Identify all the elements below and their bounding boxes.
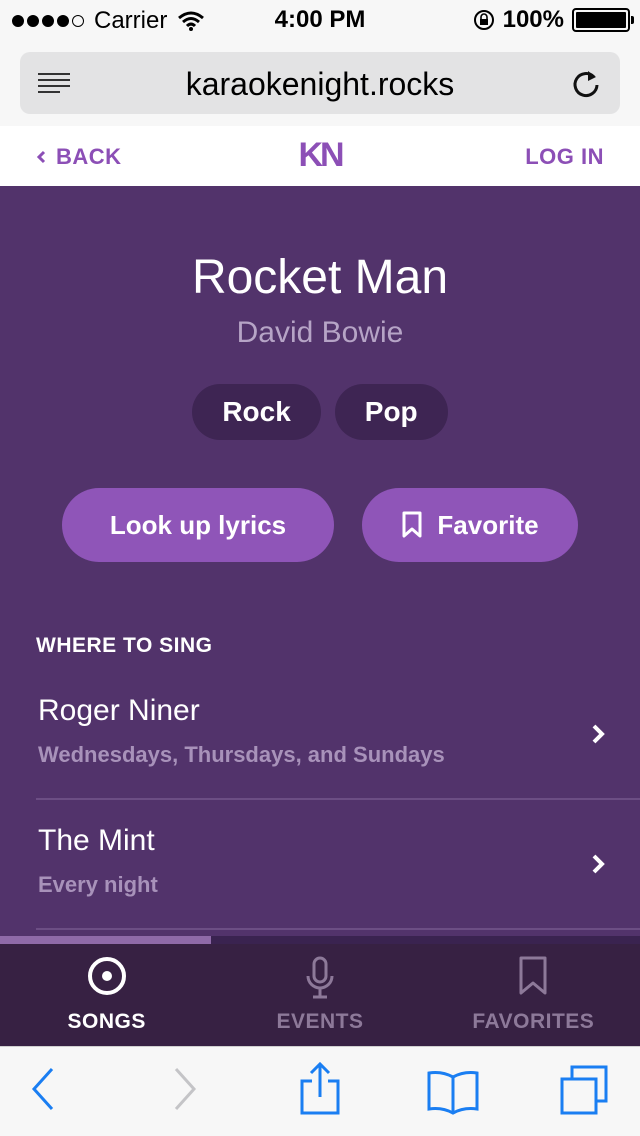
venue-schedule: Wednesdays, Thursdays, and Sundays — [38, 742, 445, 767]
battery-icon — [572, 8, 634, 32]
scroll-progress-fill — [0, 936, 212, 944]
venue-schedule: Every night — [38, 872, 158, 897]
site-header: BACK KN LOG IN — [0, 126, 640, 186]
tab-bar: SONGS EVENTS FAVORITES — [0, 944, 640, 1046]
scroll-progress-bar — [0, 936, 640, 944]
song-artist[interactable]: David Bowie — [0, 316, 640, 350]
favorite-button[interactable]: Favorite — [362, 488, 578, 562]
genre-tag[interactable]: Pop — [334, 384, 448, 440]
bookmark-icon — [519, 956, 547, 995]
song-title: Rocket Man — [191, 251, 449, 304]
bookmark-icon — [402, 511, 422, 538]
look-up-lyrics-button[interactable]: Look up lyrics — [62, 488, 334, 562]
share-icon[interactable] — [298, 1061, 342, 1117]
bookmarks-icon[interactable] — [426, 1069, 480, 1115]
login-button[interactable]: LOG IN — [525, 144, 604, 170]
favorite-button-label: Favorite — [437, 509, 539, 540]
tab-favorites[interactable]: FAVORITES — [427, 944, 640, 1046]
tab-label: FAVORITES — [472, 1010, 595, 1033]
genre-tag[interactable]: Rock — [192, 384, 321, 440]
address-bar[interactable]: karaokenight.rocks — [20, 52, 620, 114]
chevron-right-icon — [592, 854, 605, 874]
chevron-right-icon — [592, 724, 605, 744]
orientation-lock-icon — [473, 10, 494, 30]
reload-icon[interactable] — [570, 67, 602, 99]
url-text[interactable]: karaokenight.rocks — [20, 66, 620, 103]
battery-percent: 100% — [502, 6, 564, 33]
disc-icon — [87, 957, 126, 995]
lyrics-button-label: Look up lyrics — [109, 509, 287, 540]
song-actions: Look up lyrics Favorite — [62, 488, 578, 562]
tabs-icon[interactable] — [558, 1065, 610, 1117]
venue-list: Roger Niner Wednesdays, Thursdays, and S… — [36, 670, 640, 930]
genre-tags: Rock Pop — [0, 384, 640, 440]
venue-list-item[interactable]: Roger Niner Wednesdays, Thursdays, and S… — [36, 670, 640, 800]
tab-events[interactable]: EVENTS — [213, 944, 426, 1046]
status-bar: Carrier 4:00 PM 100% — [0, 0, 640, 40]
browser-top-bar: karaokenight.rocks — [0, 40, 640, 126]
battery-level — [576, 12, 626, 28]
venue-list-item[interactable]: The Mint Every night — [36, 800, 640, 930]
tab-label: SONGS — [67, 1010, 146, 1033]
venue-name: Roger Niner — [38, 694, 200, 727]
status-right: 100% — [473, 6, 634, 34]
venue-name: The Mint — [38, 824, 155, 857]
back-arrow-icon[interactable] — [28, 1065, 58, 1113]
where-to-sing-heading: WHERE TO SING — [36, 634, 213, 657]
browser-toolbar — [0, 1046, 640, 1136]
tab-songs[interactable]: SONGS — [0, 944, 213, 1046]
forward-arrow-icon[interactable] — [170, 1065, 200, 1113]
tab-label: EVENTS — [276, 1010, 364, 1033]
microphone-icon — [306, 956, 334, 999]
